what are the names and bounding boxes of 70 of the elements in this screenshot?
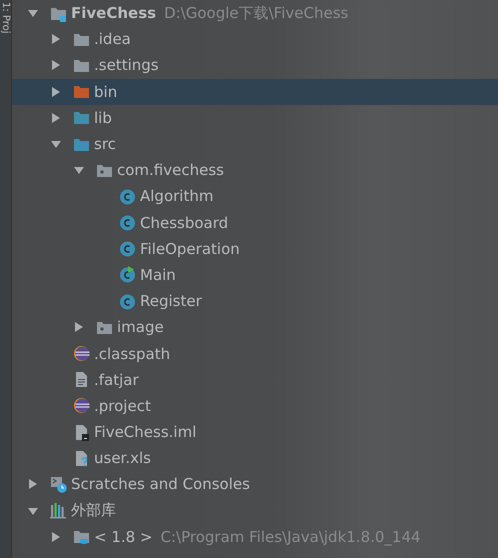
tree-row[interactable]: lib <box>12 104 498 131</box>
tree-item-label[interactable]: Main <box>140 266 176 284</box>
eclipse-icon <box>73 345 90 362</box>
collapsed-arrow-icon[interactable] <box>50 33 62 46</box>
tree-item-label[interactable]: src <box>94 135 116 154</box>
class-icon <box>119 292 136 310</box>
tree-item-label[interactable]: user.xls <box>94 449 151 468</box>
tree-row[interactable]: src <box>12 130 498 158</box>
tree-row[interactable]: Scratches and Consoles <box>12 471 498 498</box>
collapsed-arrow-icon[interactable] <box>27 478 39 490</box>
module-file-icon <box>73 424 90 441</box>
tree-row[interactable]: .settings <box>12 52 498 79</box>
libraries-icon <box>50 502 67 520</box>
tree-row[interactable]: image <box>12 314 498 340</box>
tree-row[interactable]: 外部库 <box>12 498 498 524</box>
tree-row[interactable]: com.fivechess <box>12 157 498 184</box>
tree-row[interactable]: Register <box>12 288 498 314</box>
tree-row[interactable]: .classpath <box>12 340 498 367</box>
tree-item-label[interactable]: lib <box>94 108 112 127</box>
tree-item-label[interactable]: 外部库 <box>71 501 116 520</box>
tree-row[interactable]: user.xls <box>12 445 498 472</box>
tree-row[interactable]: FiveChess.iml <box>12 419 498 446</box>
tree-item-label[interactable]: bin <box>94 82 118 101</box>
collapsed-arrow-icon[interactable] <box>73 321 85 334</box>
tree-item-label[interactable]: Algorithm <box>140 187 214 206</box>
main-class-icon <box>119 266 136 284</box>
tree-item-label[interactable]: com.fivechess <box>117 161 224 180</box>
expanded-arrow-icon[interactable] <box>50 138 62 150</box>
tree-item-label[interactable]: FileOperation <box>140 240 240 258</box>
tree-row[interactable]: Chessboard <box>12 210 498 236</box>
tree-row[interactable]: .project <box>12 392 498 419</box>
class-icon <box>119 188 136 205</box>
tree-item-label[interactable]: .settings <box>94 56 159 74</box>
tree-item-label[interactable]: Chessboard <box>140 214 228 232</box>
scratches-icon <box>50 476 67 493</box>
collapsed-arrow-icon[interactable] <box>50 86 62 98</box>
tree-row[interactable]: .idea <box>12 26 498 52</box>
tree-item-label[interactable]: < 1.8 > <box>94 528 153 546</box>
tool-window-tab[interactable]: 1: Proj <box>0 2 11 34</box>
tree-row[interactable]: Main <box>12 262 498 288</box>
collapsed-arrow-icon[interactable] <box>50 530 62 543</box>
folder-icon <box>73 83 90 100</box>
tree-item-label[interactable]: .classpath <box>94 344 170 363</box>
expanded-arrow-icon[interactable] <box>73 164 85 176</box>
tree-item-label[interactable]: .fatjar <box>94 370 139 389</box>
collapsed-arrow-icon[interactable] <box>50 59 62 72</box>
tree-item-label[interactable]: FiveChess.iml <box>94 423 196 442</box>
class-icon <box>119 240 136 258</box>
tree-item-label[interactable]: Scratches and Consoles <box>71 475 250 494</box>
collapsed-arrow-icon[interactable] <box>50 112 62 124</box>
tree-item-label[interactable]: .idea <box>94 30 131 48</box>
jdk-folder-icon <box>73 528 90 546</box>
tree-row[interactable]: FileOperation <box>12 236 498 262</box>
tree-item-label[interactable]: .project <box>94 396 151 415</box>
path-text: D:\Google下载\FiveChess <box>164 4 348 23</box>
eclipse-icon <box>73 397 90 414</box>
tree-row[interactable]: Algorithm <box>12 183 498 210</box>
tree-row[interactable]: < 1.8 > C:\Program Files\Java\jdk1.8.0_144 <box>12 524 498 550</box>
tree-item-label[interactable]: Register <box>140 292 202 310</box>
expanded-arrow-icon[interactable] <box>27 7 39 20</box>
tree-row[interactable]: FiveChess D:\Google下载\FiveChess <box>12 0 498 26</box>
tree-item-label[interactable]: image <box>117 318 164 336</box>
tree-row[interactable]: .fatjar <box>12 366 498 393</box>
folder-icon <box>73 109 90 126</box>
unknown-file-icon <box>73 450 90 467</box>
tree-row[interactable]: bin <box>12 78 498 105</box>
class-icon <box>119 214 136 232</box>
tree-item-label[interactable]: FiveChess <box>71 4 156 22</box>
text-file-icon <box>73 371 90 388</box>
path-text: C:\Program Files\Java\jdk1.8.0_144 <box>160 528 421 546</box>
